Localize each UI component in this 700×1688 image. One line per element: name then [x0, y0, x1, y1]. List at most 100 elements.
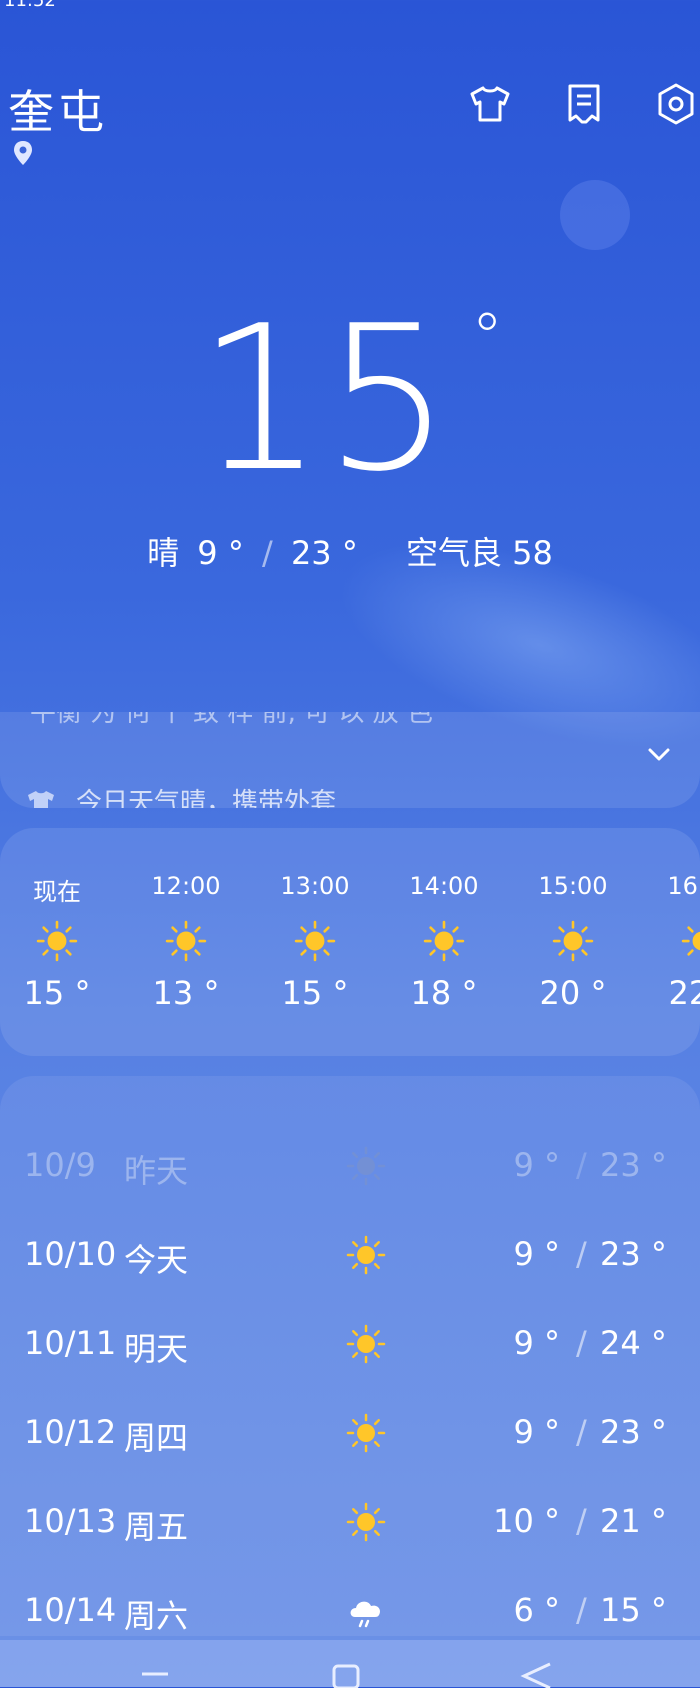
rain-cloud-icon	[350, 1601, 381, 1628]
sun-icon	[681, 926, 700, 956]
city-name[interactable]: 奎屯	[8, 76, 108, 142]
day-date: 10/13	[24, 1502, 117, 1540]
settings-icon	[658, 83, 694, 125]
day-date: 10/12	[24, 1413, 117, 1451]
hour-icon-wrap	[423, 920, 465, 962]
navigation-bar	[0, 1640, 700, 1688]
hour-time: 16:00	[667, 872, 700, 900]
hour-time: 13:00	[280, 872, 350, 900]
air-quality[interactable]: 空气良 58	[406, 534, 553, 572]
day-icon-wrap	[346, 1502, 386, 1542]
hourly-forecast-card[interactable]: 现在 15 ° 12:00 13 ° 13:00 15 ° 14:00 18 ° 15:00 20…	[0, 828, 700, 1056]
day-low-temp: 9 °	[513, 1146, 560, 1184]
high-temp: 23 °	[290, 534, 358, 572]
hour-time: 14:00	[409, 872, 479, 900]
hour-time: 现在	[33, 878, 81, 906]
back-nav-icon[interactable]	[520, 1662, 552, 1688]
day-low-temp: 6 °	[513, 1591, 560, 1629]
sun-icon	[36, 920, 78, 962]
sun-icon	[165, 920, 207, 962]
sun-icon	[346, 1146, 386, 1186]
day-high-temp: 24 °	[600, 1324, 667, 1362]
daily-row[interactable]: 10/11 明天 9 ° / 24 °	[0, 1314, 700, 1374]
day-icon-wrap	[346, 1324, 386, 1364]
clothing-tip-icon	[28, 790, 54, 808]
day-low-temp: 9 °	[513, 1324, 560, 1362]
daily-row[interactable]: 10/9 昨天 9 ° / 23 °	[0, 1136, 700, 1196]
day-weekday: 昨天	[124, 1152, 189, 1190]
day-low-temp: 9 °	[513, 1235, 560, 1273]
daily-row[interactable]: 10/12 周四 9 ° / 23 °	[0, 1403, 700, 1463]
day-high-temp: 23 °	[600, 1146, 667, 1184]
menu-nav-icon[interactable]	[140, 1670, 170, 1680]
hour-temp: 15 °	[281, 974, 349, 1012]
home-nav-icon[interactable]	[332, 1664, 360, 1688]
hour-temp: 13 °	[152, 974, 220, 1012]
day-high-temp: 15 °	[600, 1591, 667, 1629]
daily-row[interactable]: 10/13 周五 10 ° / 21 °	[0, 1492, 700, 1552]
degree-symbol: °	[471, 301, 504, 375]
hour-time: 15:00	[538, 872, 608, 900]
low-temp: 9 °	[197, 534, 244, 572]
sun-icon	[346, 1502, 386, 1542]
day-temp-separator: /	[576, 1502, 587, 1540]
day-low-temp: 10 °	[493, 1502, 560, 1540]
hour-icon-wrap	[165, 920, 207, 962]
day-icon-wrap	[346, 1413, 386, 1453]
day-temp-separator: /	[576, 1591, 587, 1629]
hour-temp: 18 °	[410, 974, 478, 1012]
daily-row[interactable]: 10/14 周六 6 ° / 15 °	[0, 1581, 700, 1641]
day-icon-wrap	[346, 1591, 386, 1631]
notes-button[interactable]	[560, 80, 608, 128]
day-high-temp: 21 °	[600, 1502, 667, 1540]
hour-temp: 22 °	[668, 974, 700, 1012]
day-temp-separator: /	[576, 1413, 587, 1451]
tip-line-previous: 平衡 为 何 千 致 样 前, 可 以 放 色	[30, 712, 433, 728]
hour-temp: 20 °	[539, 974, 607, 1012]
hour-icon-wrap	[681, 920, 700, 962]
day-icon-wrap	[346, 1235, 386, 1275]
sun-icon	[294, 920, 336, 962]
hour-time: 12:00	[151, 872, 221, 900]
daily-row[interactable]: 10/10 今天 9 ° / 23 °	[0, 1225, 700, 1285]
sun-icon	[346, 1324, 386, 1364]
hour-icon-wrap	[552, 920, 594, 962]
hour-temp: 15 °	[23, 974, 91, 1012]
background-orb	[560, 180, 630, 250]
current-temp-value: 15	[196, 283, 452, 516]
day-date: 10/11	[24, 1324, 117, 1362]
daily-forecast-card[interactable]: 10/9 昨天 9 ° / 23 ° 10/10 今天 9 ° / 23 ° 10/11 明天 9 ° /…	[0, 1076, 700, 1636]
tip-text: 今日天气晴，携带外套	[76, 788, 337, 808]
clothing-icon	[470, 86, 510, 122]
hour-icon-wrap	[294, 920, 336, 962]
sun-icon	[552, 920, 594, 962]
day-low-temp: 9 °	[513, 1413, 560, 1451]
day-weekday: 周四	[124, 1419, 189, 1457]
tip-line-clothing: 今日天气晴，携带外套	[26, 782, 336, 808]
clothing-button[interactable]	[466, 80, 514, 128]
day-date: 10/14	[24, 1591, 117, 1629]
chevron-down-icon[interactable]	[642, 738, 676, 772]
day-high-temp: 23 °	[600, 1235, 667, 1273]
hour-icon-wrap	[36, 920, 78, 962]
status-time: 11:52	[4, 0, 56, 11]
day-weekday: 周六	[124, 1597, 189, 1635]
day-weekday: 今天	[124, 1241, 189, 1279]
today-summary: 晴 9 ° / 23 ° 空气良 58	[0, 528, 700, 574]
day-weekday: 明天	[124, 1330, 189, 1368]
day-date: 10/9	[24, 1146, 96, 1184]
location-pin-icon	[14, 141, 32, 165]
sun-icon	[423, 920, 465, 962]
temp-separator: /	[261, 534, 273, 572]
settings-button[interactable]	[652, 80, 700, 128]
day-temp-separator: /	[576, 1146, 587, 1184]
day-temp-separator: /	[576, 1324, 587, 1362]
notes-icon	[568, 84, 600, 124]
tips-card[interactable]: 平衡 为 何 千 致 样 前, 可 以 放 色 今日天气晴，携带外套	[0, 712, 700, 808]
condition-text: 晴	[147, 534, 180, 572]
day-weekday: 周五	[124, 1508, 189, 1546]
status-bar: 11:52	[0, 0, 700, 14]
sun-icon	[346, 1235, 386, 1275]
day-temp-separator: /	[576, 1235, 587, 1273]
day-date: 10/10	[24, 1235, 117, 1273]
